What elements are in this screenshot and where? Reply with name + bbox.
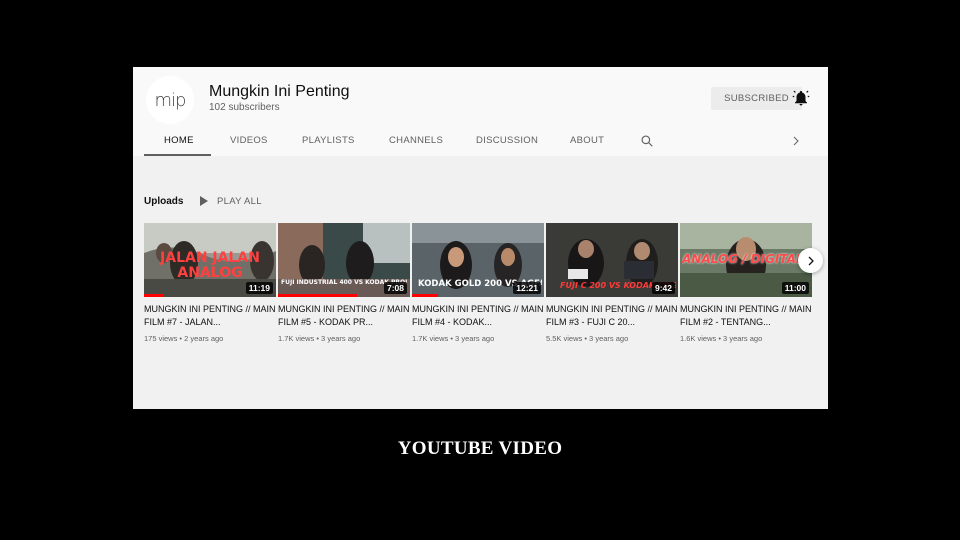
channel-tabs: HOME VIDEOS PLAYLISTS CHANNELS DISCUSSIO…	[133, 125, 828, 156]
watch-progress	[278, 294, 358, 297]
video-duration: 12:21	[513, 282, 541, 294]
video-meta: 5.5K views • 3 years ago	[546, 334, 629, 343]
video-thumbnail[interactable]: JALAN JALAN ANALOG 11:19	[144, 223, 276, 297]
thumbnail-text: ANALOG / DIGITAL	[682, 252, 804, 266]
video-meta: 1.7K views • 3 years ago	[412, 334, 495, 343]
video-card[interactable]: FUJI C 200 VS KODAK CP 2 9:42 MUNGKIN IN…	[546, 223, 678, 343]
video-title[interactable]: MUNGKIN INI PENTING // MAIN FILM #7 - JA…	[144, 303, 276, 328]
tab-home[interactable]: HOME	[164, 135, 194, 146]
watch-progress	[412, 294, 439, 297]
avatar-logo-text: mip	[154, 89, 187, 111]
video-duration: 11:19	[245, 282, 273, 294]
chevron-right-icon[interactable]	[790, 134, 802, 148]
video-meta: 175 views • 2 years ago	[144, 334, 224, 343]
video-meta: 1.6K views • 3 years ago	[680, 334, 763, 343]
channel-name: Mungkin Ini Penting	[209, 83, 350, 100]
video-title[interactable]: MUNGKIN INI PENTING // MAIN FILM #5 - KO…	[278, 303, 410, 328]
video-duration: 11:00	[781, 282, 809, 294]
tab-discussion[interactable]: DISCUSSION	[476, 135, 538, 146]
section-title[interactable]: Uploads	[144, 196, 183, 207]
video-duration: 7:08	[383, 282, 407, 294]
play-all-button[interactable]: PLAY ALL	[217, 196, 262, 207]
channel-avatar[interactable]: mip	[146, 76, 194, 124]
video-thumbnail[interactable]: ANALOG / DIGITAL 11:00	[680, 223, 812, 297]
tab-about[interactable]: ABOUT	[570, 135, 604, 146]
tab-channels[interactable]: CHANNELS	[389, 135, 443, 146]
search-icon[interactable]	[640, 134, 654, 148]
video-thumbnail[interactable]: FUJI C 200 VS KODAK CP 2 9:42	[546, 223, 678, 297]
thumbnail-text: JALAN JALAN ANALOG	[160, 250, 260, 281]
subscriber-count: 102 subscribers	[209, 102, 280, 113]
video-thumbnail[interactable]: KODAK GOLD 200 VS AGFA VISTA 12:21	[412, 223, 544, 297]
youtube-channel-page: mip Mungkin Ini Penting 102 subscribers …	[133, 67, 828, 409]
video-title[interactable]: MUNGKIN INI PENTING // MAIN FILM #3 - FU…	[546, 303, 678, 328]
video-title[interactable]: MUNGKIN INI PENTING // MAIN FILM #4 - KO…	[412, 303, 544, 328]
chevron-right-icon	[808, 256, 814, 265]
tab-playlists[interactable]: PLAYLISTS	[302, 135, 355, 146]
video-meta: 1.7K views • 3 years ago	[278, 334, 361, 343]
video-thumbnail[interactable]: FUJI INDUSTRIAL 400 VS KODAK PROIMAGE 10…	[278, 223, 410, 297]
video-card[interactable]: ANALOG / DIGITAL 11:00 MUNGKIN INI PENTI…	[680, 223, 812, 343]
carousel-next-button[interactable]	[798, 248, 823, 273]
video-card[interactable]: FUJI INDUSTRIAL 400 VS KODAK PROIMAGE 10…	[278, 223, 410, 343]
video-duration: 9:42	[651, 282, 675, 294]
subscribed-button[interactable]: SUBSCRIBED	[711, 87, 802, 110]
video-card[interactable]: KODAK GOLD 200 VS AGFA VISTA 12:21 MUNGK…	[412, 223, 544, 343]
video-title[interactable]: MUNGKIN INI PENTING // MAIN FILM #2 - TE…	[680, 303, 812, 328]
play-icon[interactable]	[200, 196, 208, 206]
bell-icon[interactable]	[792, 89, 810, 107]
tab-videos[interactable]: VIDEOS	[230, 135, 268, 146]
home-content: Uploads PLAY ALL JALAN JALAN ANALOG 11:1…	[133, 156, 828, 409]
video-caption: YOUTUBE VIDEO	[397, 438, 563, 459]
watch-progress	[144, 294, 164, 297]
channel-header: mip Mungkin Ini Penting 102 subscribers …	[133, 67, 828, 156]
video-card[interactable]: JALAN JALAN ANALOG 11:19 MUNGKIN INI PEN…	[144, 223, 276, 343]
